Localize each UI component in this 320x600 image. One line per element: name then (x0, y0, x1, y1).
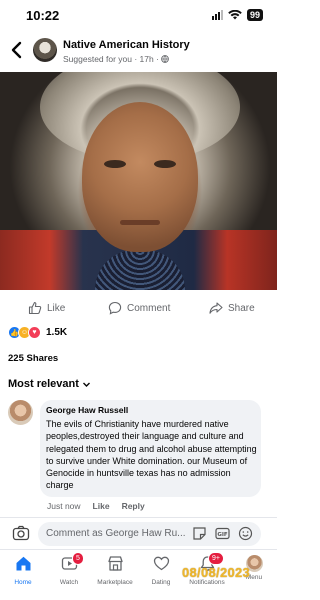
comment-composer: Comment as George Haw Ru... GIF (0, 517, 277, 550)
post-actions: Like Comment Share (0, 296, 277, 320)
tab-dating[interactable]: Dating (138, 555, 184, 586)
share-button[interactable]: Share (209, 301, 255, 315)
wifi-icon (228, 10, 242, 20)
tab-notifications-label: Notifications (189, 579, 225, 586)
status-icons: 99 (211, 9, 263, 21)
like-label: Like (47, 302, 66, 314)
reaction-summary[interactable]: 👍 ☺ ♥ 1.5K (8, 326, 67, 339)
photo-face (82, 102, 198, 252)
post-meta-text: Suggested for you · 17h · (63, 54, 162, 64)
post-meta: Suggested for you · 17h · (63, 54, 170, 64)
post-photo[interactable] (0, 72, 277, 290)
comment-reply-link[interactable]: Reply (122, 501, 145, 511)
dating-icon (153, 556, 169, 571)
status-bar: 10:22 99 (0, 0, 277, 30)
share-icon (209, 302, 223, 314)
share-count[interactable]: 225 Shares (8, 353, 58, 364)
post-header: Native American History Suggested for yo… (0, 34, 277, 68)
page-avatar[interactable] (33, 38, 57, 62)
chevron-down-icon (82, 382, 90, 387)
comment-icon (108, 301, 122, 315)
signal-icon (211, 10, 223, 20)
gif-icon[interactable]: GIF (215, 526, 230, 541)
back-icon[interactable] (8, 40, 26, 60)
sort-label: Most relevant (8, 378, 79, 390)
battery-icon: 99 (246, 9, 263, 21)
date-overlay: 08/08/2023 (182, 565, 251, 580)
reaction-count: 1.5K (46, 327, 68, 338)
tab-watch-label: Watch (59, 579, 79, 586)
comment-bubble: George Haw Russell The evils of Christia… (40, 400, 261, 497)
comment-placeholder: Comment as George Haw Ru... (46, 528, 186, 539)
commenter-avatar[interactable] (8, 400, 33, 425)
tab-watch[interactable]: 5 Watch (46, 552, 92, 586)
tab-marketplace-label: Marketplace (97, 579, 133, 586)
share-label: Share (228, 302, 255, 314)
photo-eye-right (154, 160, 176, 168)
status-time: 10:22 (26, 8, 60, 23)
watch-badge: 5 (72, 552, 84, 565)
tab-dating-label: Dating (151, 579, 171, 586)
globe-icon (161, 55, 170, 63)
comment-time: Just now (47, 501, 81, 511)
comment-button[interactable]: Comment (108, 301, 170, 315)
photo-mouth (120, 220, 160, 225)
tab-home-label: Home (14, 579, 32, 586)
comment-input[interactable]: Comment as George Haw Ru... GIF (38, 522, 261, 546)
tab-home[interactable]: Home (0, 555, 46, 586)
comment-like-link[interactable]: Like (93, 501, 110, 511)
sticker-icon[interactable] (192, 526, 207, 541)
home-icon (16, 556, 30, 571)
like-button[interactable]: Like (28, 301, 65, 315)
comment-text: The evils of Christianity have murdered … (46, 419, 257, 491)
camera-icon[interactable] (12, 524, 30, 542)
page-title[interactable]: Native American History (63, 39, 190, 51)
comment-author[interactable]: George Haw Russell (46, 405, 128, 415)
comment-meta: Just now Like Reply (47, 501, 145, 511)
love-reaction-icon: ♥ (28, 326, 41, 339)
notifications-badge: 9+ (208, 552, 224, 565)
tab-marketplace[interactable]: Marketplace (92, 555, 138, 586)
emoji-icon[interactable] (238, 526, 253, 541)
svg-text:GIF: GIF (217, 532, 228, 538)
photo-eye-left (104, 160, 126, 168)
comment-sort[interactable]: Most relevant (8, 378, 91, 390)
comment-label: Comment (127, 302, 171, 314)
thumbs-up-icon (28, 301, 42, 315)
marketplace-icon (107, 556, 123, 571)
